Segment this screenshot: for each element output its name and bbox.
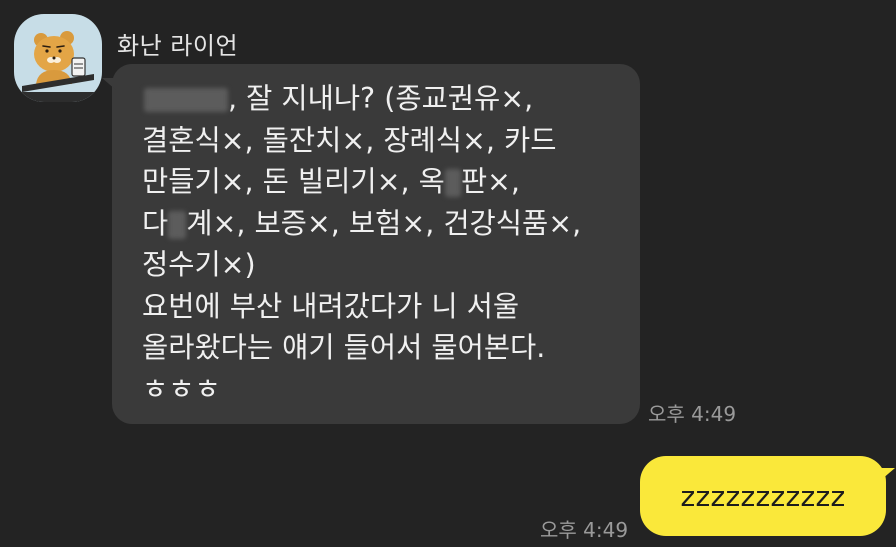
outgoing-message-text: zzzzzzzzzzz xyxy=(680,479,846,513)
message-line: 결혼식×, 돌잔치×, 장례식×, 카드 xyxy=(142,123,557,157)
message-line: 다 계×, 보증×, 보험×, 건강식품×, xyxy=(142,206,582,240)
sender-name[interactable]: 화난 라이언 xyxy=(117,26,238,61)
outgoing-timestamp: 오후 4:49 xyxy=(540,518,629,542)
message-line: 만들기×, 돈 빌리기×, 옥 판×, xyxy=(142,165,520,198)
profile-avatar[interactable] xyxy=(14,14,102,102)
message-line: 올라왔다는 얘기 들어서 물어본다. xyxy=(142,331,546,364)
redacted-text xyxy=(444,169,461,197)
outgoing-message-bubble[interactable]: zzzzzzzzzzz xyxy=(640,456,895,536)
redacted-name xyxy=(144,88,228,112)
chat-window: 화난 라이언 , 잘 지내나? (종교권유×, 결혼식×, 돌잔치×, 장례식×… xyxy=(0,0,896,547)
message-line: 정수기×) xyxy=(142,248,256,281)
redacted-text xyxy=(168,210,187,239)
incoming-message-bubble[interactable]: , 잘 지내나? (종교권유×, 결혼식×, 돌잔치×, 장례식×, 카드 만들… xyxy=(102,64,640,424)
incoming-timestamp: 오후 4:49 xyxy=(648,402,737,426)
ryan-lion-avatar-icon xyxy=(22,31,96,102)
message-line: , 잘 지내나? (종교권유×, xyxy=(142,78,620,120)
message-line: ㅎㅎㅎ xyxy=(142,372,221,406)
message-line: 요번에 부산 내려갔다가 니 서울 xyxy=(142,289,520,323)
